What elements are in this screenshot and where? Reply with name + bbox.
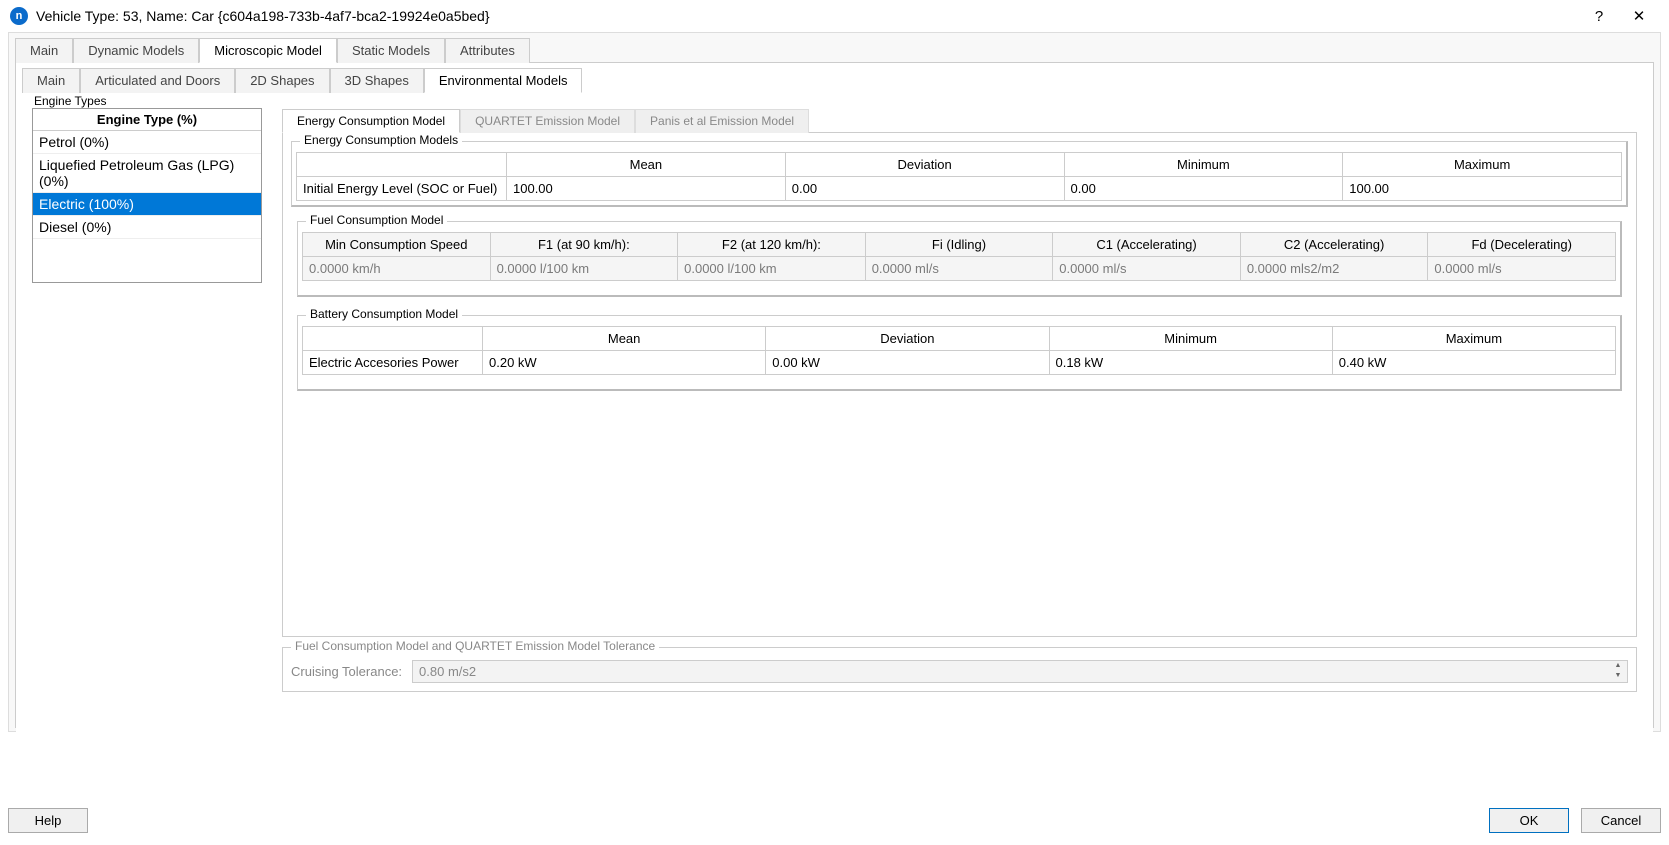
engine-type-row-diesel[interactable]: Diesel (0%) <box>33 216 261 239</box>
energy-consumption-models-legend: Energy Consumption Models <box>300 133 462 147</box>
cell-batt-mean[interactable]: 0.20 kW <box>483 351 766 375</box>
col-minimum: Minimum <box>1064 153 1343 177</box>
col-f2: F2 (at 120 km/h): <box>678 233 866 257</box>
model-detail-col: Energy Consumption Model QUARTET Emissio… <box>272 98 1647 692</box>
cell-batt-maximum[interactable]: 0.40 kW <box>1332 351 1615 375</box>
col-batt-minimum: Minimum <box>1049 327 1332 351</box>
tab-main[interactable]: Main <box>15 38 73 63</box>
tab-attributes[interactable]: Attributes <box>445 38 530 63</box>
col-fd: Fd (Decelerating) <box>1428 233 1616 257</box>
help-button[interactable]: Help <box>8 808 88 833</box>
cell-c2: 0.0000 mls2/m2 <box>1240 257 1428 281</box>
cell-fi: 0.0000 ml/s <box>865 257 1053 281</box>
col-c1: C1 (Accelerating) <box>1053 233 1241 257</box>
cell-energy-minimum[interactable]: 0.00 <box>1064 177 1343 201</box>
cell-min-cons-speed: 0.0000 km/h <box>303 257 491 281</box>
tolerance-fieldset: Fuel Consumption Model and QUARTET Emiss… <box>282 647 1637 692</box>
tab-articulated-doors[interactable]: Articulated and Doors <box>80 68 235 93</box>
cruising-tolerance-input[interactable] <box>413 661 1609 682</box>
cell-energy-deviation[interactable]: 0.00 <box>785 177 1064 201</box>
cell-batt-deviation[interactable]: 0.00 kW <box>766 351 1049 375</box>
engine-type-row-electric[interactable]: Electric (100%) <box>33 193 261 216</box>
cell-c1: 0.0000 ml/s <box>1053 257 1241 281</box>
cruising-tolerance-label: Cruising Tolerance: <box>291 664 402 679</box>
dialog-buttons: Help OK Cancel <box>8 808 1661 833</box>
tab-energy-consumption[interactable]: Energy Consumption Model <box>282 109 460 133</box>
cruising-tolerance-spinbox[interactable]: ▲ ▼ <box>412 660 1628 683</box>
col-batt-mean: Mean <box>483 327 766 351</box>
ok-button[interactable]: OK <box>1489 808 1569 833</box>
col-mean: Mean <box>507 153 786 177</box>
fuel-consumption-legend: Fuel Consumption Model <box>306 213 447 227</box>
engine-type-header: Engine Type (%) <box>33 109 261 131</box>
tolerance-legend: Fuel Consumption Model and QUARTET Emiss… <box>291 639 659 653</box>
app-icon: n <box>10 7 28 25</box>
spinner-down-icon[interactable]: ▼ <box>1609 672 1627 682</box>
fuel-consumption-table: Min Consumption Speed F1 (at 90 km/h): F… <box>302 232 1616 281</box>
cell-f2: 0.0000 l/100 km <box>678 257 866 281</box>
tab-static-models[interactable]: Static Models <box>337 38 445 63</box>
spinner-up-icon[interactable]: ▲ <box>1609 662 1627 672</box>
col-f1: F1 (at 90 km/h): <box>490 233 678 257</box>
dialog-body: Main Dynamic Models Microscopic Model St… <box>8 32 1661 732</box>
tab-2d-shapes[interactable]: 2D Shapes <box>235 68 329 93</box>
col-batt-maximum: Maximum <box>1332 327 1615 351</box>
window-title: Vehicle Type: 53, Name: Car {c604a198-73… <box>36 8 490 24</box>
col-deviation: Deviation <box>785 153 1064 177</box>
inner-tabs: Main Articulated and Doors 2D Shapes 3D … <box>16 68 1653 93</box>
cell-batt-minimum[interactable]: 0.18 kW <box>1049 351 1332 375</box>
row-initial-energy: Initial Energy Level (SOC or Fuel) <box>297 177 507 201</box>
energy-consumption-body: Energy Consumption Models Mean Deviation… <box>282 132 1637 637</box>
help-icon[interactable]: ? <box>1579 8 1619 25</box>
energy-consumption-models-fieldset: Energy Consumption Models Mean Deviation… <box>291 141 1628 207</box>
engine-type-list[interactable]: Engine Type (%) Petrol (0%) Liquefied Pe… <box>32 108 262 283</box>
outer-tabs: Main Dynamic Models Microscopic Model St… <box>9 38 1660 63</box>
spinner-buttons[interactable]: ▲ ▼ <box>1609 662 1627 682</box>
engine-types-fieldset: Engine Types Engine Type (%) Petrol (0%)… <box>22 98 1647 692</box>
tab-inner-main[interactable]: Main <box>22 68 80 93</box>
cell-fd: 0.0000 ml/s <box>1428 257 1616 281</box>
tab-3d-shapes[interactable]: 3D Shapes <box>330 68 424 93</box>
tab-dynamic-models[interactable]: Dynamic Models <box>73 38 199 63</box>
col-min-cons-speed: Min Consumption Speed <box>303 233 491 257</box>
engine-type-row-lpg[interactable]: Liquefied Petroleum Gas (LPG) (0%) <box>33 154 261 193</box>
tab-quartet-emission[interactable]: QUARTET Emission Model <box>460 109 635 133</box>
model-tabs: Energy Consumption Model QUARTET Emissio… <box>282 109 1637 133</box>
engine-type-list-col: Engine Type (%) Petrol (0%) Liquefied Pe… <box>22 98 272 692</box>
cell-energy-mean[interactable]: 100.00 <box>507 177 786 201</box>
col-fi: Fi (Idling) <box>865 233 1053 257</box>
energy-consumption-table: Mean Deviation Minimum Maximum Initial E… <box>296 152 1622 201</box>
cancel-button[interactable]: Cancel <box>1581 808 1661 833</box>
battery-consumption-legend: Battery Consumption Model <box>306 307 462 321</box>
battery-consumption-fieldset: Battery Consumption Model Mean Deviation… <box>297 315 1622 391</box>
row-electric-accessories: Electric Accesories Power <box>303 351 483 375</box>
col-batt-deviation: Deviation <box>766 327 1049 351</box>
environmental-models-body: Engine Types Engine Type (%) Petrol (0%)… <box>16 98 1653 732</box>
cell-energy-maximum[interactable]: 100.00 <box>1343 177 1622 201</box>
col-c2: C2 (Accelerating) <box>1240 233 1428 257</box>
engine-types-legend: Engine Types <box>30 94 111 108</box>
titlebar: n Vehicle Type: 53, Name: Car {c604a198-… <box>0 0 1669 32</box>
microscopic-model-body: Main Articulated and Doors 2D Shapes 3D … <box>15 62 1654 728</box>
close-icon[interactable]: ✕ <box>1619 7 1659 25</box>
tab-panis-emission[interactable]: Panis et al Emission Model <box>635 109 809 133</box>
battery-consumption-table: Mean Deviation Minimum Maximum Electric … <box>302 326 1616 375</box>
col-maximum: Maximum <box>1343 153 1622 177</box>
engine-type-row-petrol[interactable]: Petrol (0%) <box>33 131 261 154</box>
tab-microscopic-model[interactable]: Microscopic Model <box>199 38 337 63</box>
fuel-consumption-fieldset: Fuel Consumption Model Min Consumption S… <box>297 221 1622 297</box>
cell-f1: 0.0000 l/100 km <box>490 257 678 281</box>
tab-environmental-models[interactable]: Environmental Models <box>424 68 583 93</box>
